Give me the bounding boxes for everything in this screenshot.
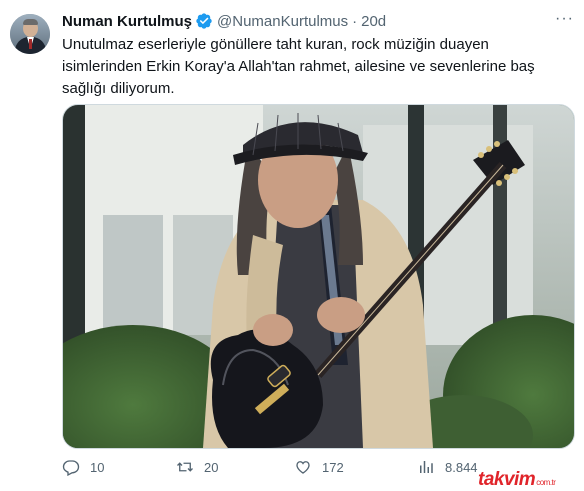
reply-icon xyxy=(62,460,80,476)
reply-button[interactable]: 10 xyxy=(62,458,104,476)
tweet-text-line: Unutulmaz eserleriyle gönüllere taht kur… xyxy=(62,36,489,53)
tweet-text-line: isimlerinden Erkin Koray'a Allah'tan rah… xyxy=(62,58,535,75)
photo-man-with-guitar xyxy=(63,105,574,448)
views-button[interactable]: 8.844 xyxy=(417,458,478,476)
author-avatar[interactable] xyxy=(10,14,50,54)
heart-icon xyxy=(296,461,310,474)
tweet-photo[interactable] xyxy=(62,104,575,449)
like-count: 172 xyxy=(322,459,344,475)
tweet-text-line: sağlığı diliyorum. xyxy=(62,80,175,97)
tweet-header: Numan Kurtulmuş @NumanKurtulmus · 20d xyxy=(62,11,386,31)
watermark-brand: takvim xyxy=(478,469,536,490)
author-name[interactable]: Numan Kurtulmuş xyxy=(62,13,192,30)
author-handle[interactable]: @NumanKurtulmus xyxy=(217,13,348,30)
header-separator: · xyxy=(352,12,358,30)
tweet-text: Unutulmaz eserleriyle gönüllere taht kur… xyxy=(62,34,562,100)
views-count: 8.844 xyxy=(445,459,478,475)
retweet-icon xyxy=(177,462,193,472)
more-options-icon[interactable]: ··· xyxy=(555,10,574,28)
watermark-suffix: com.tr xyxy=(536,478,556,487)
like-button[interactable]: 172 xyxy=(294,458,344,476)
watermark-logo: takvimcom.tr xyxy=(478,469,556,491)
retweet-button[interactable]: 20 xyxy=(176,458,218,476)
reply-count: 10 xyxy=(90,459,105,475)
verified-badge-icon xyxy=(196,13,212,29)
tweet-timestamp[interactable]: 20d xyxy=(361,13,386,30)
retweet-count: 20 xyxy=(204,459,219,475)
views-icon xyxy=(420,461,433,473)
